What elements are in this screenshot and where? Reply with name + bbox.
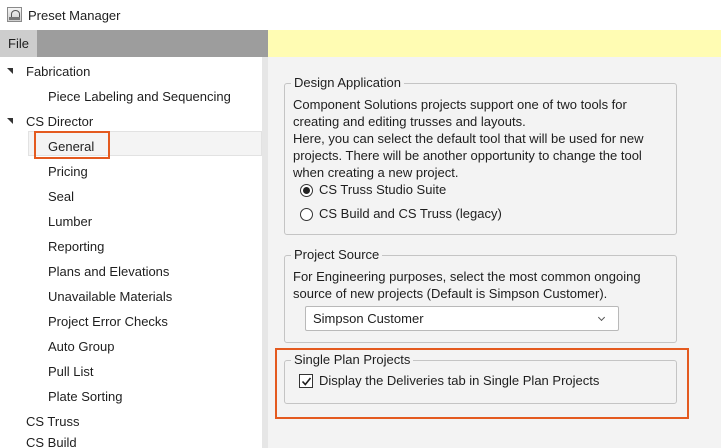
tree-item-fabrication[interactable]: Fabrication: [26, 60, 90, 82]
description-text: For Engineering purposes, select the mos…: [293, 269, 641, 284]
tree-item-auto-group[interactable]: Auto Group: [48, 335, 115, 357]
project-source-dropdown[interactable]: Simpson Customer: [305, 306, 619, 331]
tree-item-cs-truss[interactable]: CS Truss: [26, 410, 79, 432]
tree-item-unavailable-materials[interactable]: Unavailable Materials: [48, 285, 172, 307]
radio-label[interactable]: CS Truss Studio Suite: [319, 181, 446, 199]
tree-item-seal[interactable]: Seal: [48, 185, 74, 207]
description-text: Component Solutions projects support one…: [293, 97, 627, 112]
chevron-down-icon: [597, 313, 606, 322]
preset-tree[interactable]: Fabrication Piece Labeling and Sequencin…: [0, 57, 262, 448]
tree-item-pull-list[interactable]: Pull List: [48, 360, 94, 382]
group-legend: Design Application: [291, 75, 404, 91]
window-title: Preset Manager: [28, 8, 121, 23]
radio-cs-build-legacy[interactable]: [300, 208, 313, 221]
menu-bar: File: [0, 30, 268, 57]
title-bar: Preset Manager: [0, 0, 721, 30]
selection-highlight-box: [34, 131, 110, 159]
tree-item-pricing[interactable]: Pricing: [48, 160, 88, 182]
description-text: source of new projects (Default is Simps…: [293, 286, 608, 301]
group-legend: Project Source: [291, 247, 383, 263]
tree-item-cs-build[interactable]: CS Build: [26, 435, 77, 448]
annotation-highlight-box: [275, 348, 689, 419]
dropdown-value: Simpson Customer: [313, 311, 424, 326]
expand-arrow-icon[interactable]: [7, 118, 13, 124]
tree-item-lumber[interactable]: Lumber: [48, 210, 92, 232]
description-text: Here, you can select the default tool th…: [293, 131, 644, 146]
tree-item-project-error-checks[interactable]: Project Error Checks: [48, 310, 168, 332]
radio-cs-truss-studio[interactable]: [300, 184, 313, 197]
tree-item-cs-director[interactable]: CS Director: [26, 110, 93, 132]
file-menu[interactable]: File: [0, 30, 37, 57]
description-text: when creating a new project.: [293, 165, 459, 180]
description-text: projects. There will be another opportun…: [293, 148, 642, 163]
tree-item-piece-labeling[interactable]: Piece Labeling and Sequencing: [48, 85, 231, 107]
menu-bar-accent: [268, 30, 721, 57]
tree-item-reporting[interactable]: Reporting: [48, 235, 104, 257]
tree-item-plans-elevations[interactable]: Plans and Elevations: [48, 260, 169, 282]
settings-panel: Design Application Component Solutions p…: [268, 57, 721, 448]
expand-arrow-icon[interactable]: [7, 68, 13, 74]
tree-item-plate-sorting[interactable]: Plate Sorting: [48, 385, 122, 407]
app-icon: [7, 7, 22, 22]
description-text: creating and editing trusses and layouts…: [293, 114, 526, 129]
radio-label[interactable]: CS Build and CS Truss (legacy): [319, 205, 502, 223]
